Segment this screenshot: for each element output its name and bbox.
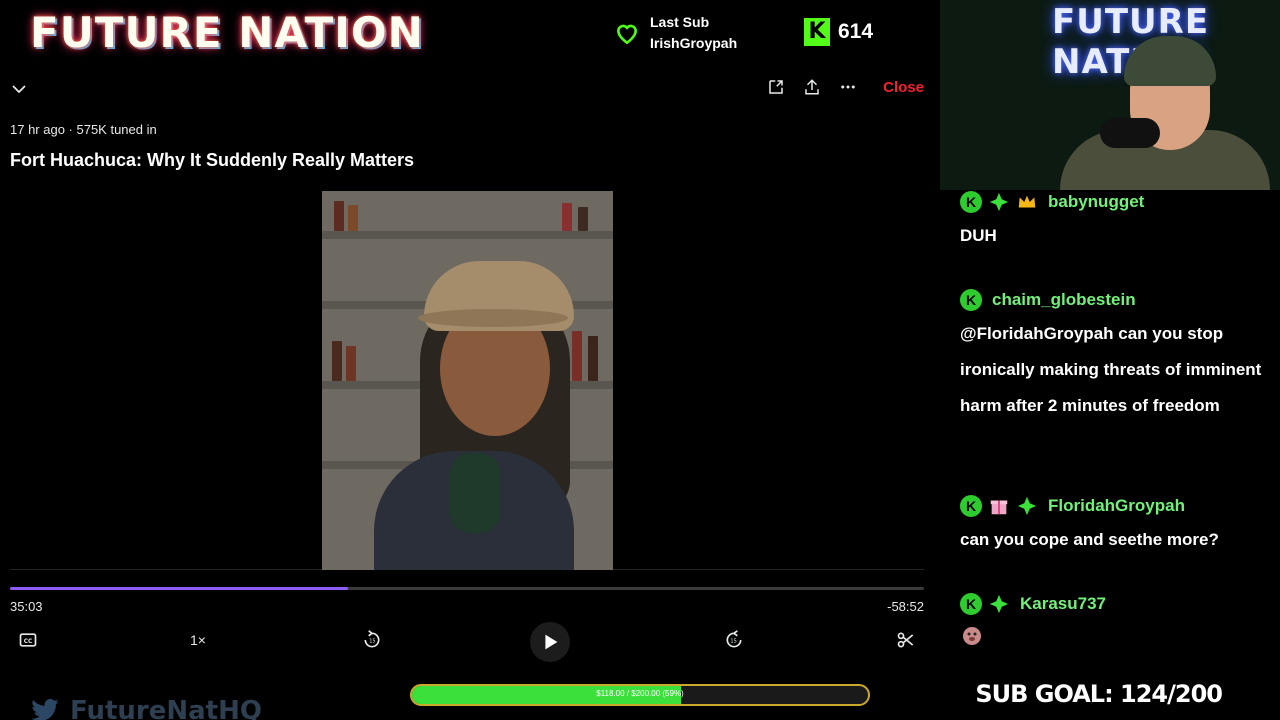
dock-icon[interactable] [767,78,785,96]
book [572,331,582,381]
captions-button[interactable]: CC [18,630,38,653]
kick-icon: K [960,593,982,615]
book [588,336,598,381]
chat-message-text: DUH [960,226,997,245]
play-icon [545,634,558,650]
clip-icon [897,632,914,648]
book [348,205,358,231]
twitter-handle: FutureNatHQ [70,696,262,720]
chat-message: K chaim_globestein @FloridahGroypah can … [960,288,1270,424]
captions-icon: CC [19,633,37,647]
heart-icon [617,24,637,45]
chat-panel: K babynugget DUH K chaim_globestein @Flo… [940,190,1280,670]
chat-message: K FloridahGroypah can you cope and seeth… [960,494,1270,558]
media-player: Close 17 hr ago · 575K tuned in Fort Hua… [0,66,940,670]
clip-button[interactable] [896,630,916,653]
sub-goal: SUB GOAL: 124/200 [975,680,1223,708]
gift-icon [990,500,1008,515]
chat-username[interactable]: Karasu737 [1020,594,1106,614]
close-button[interactable]: Close [883,79,924,96]
streamer-webcam: FUTURE NATION [940,0,1280,190]
share-icon[interactable] [803,78,821,96]
svg-text:CC: CC [24,639,33,645]
more-icon[interactable] [839,78,857,96]
rewind-15-button[interactable]: 15 [362,630,382,653]
player-toolbar: Close [0,66,940,112]
svg-text:15: 15 [730,639,736,645]
chat-message: K Karasu737 [960,592,1270,653]
person-cap-brim [418,309,568,327]
bookshelf [322,231,613,239]
chat-message: K babynugget DUH [960,190,1270,254]
book [332,341,342,381]
sparkle-icon [1017,496,1037,516]
twitter-bird-icon [31,698,59,720]
forward-15-icon: 15 [726,630,742,648]
last-sub-widget: Last Sub IrishGroypah [614,12,737,54]
book [562,203,572,231]
time-elapsed: 35:03 [10,599,43,614]
chevron-down-icon[interactable] [10,80,28,98]
video-frame [322,191,613,570]
rewind-15-icon: 15 [364,630,380,648]
broadcast-title: Fort Huachuca: Why It Suddenly Really Ma… [10,150,415,170]
viewer-count-widget: K 614 [804,18,873,46]
video-area[interactable] [10,191,924,570]
forward-15-button[interactable]: 15 [724,630,744,653]
person-shirt [450,453,500,533]
stream-overlay-top: FUTURE NATION Last Sub IrishGroypah K 61… [0,0,940,66]
chat-username[interactable]: babynugget [1048,192,1144,212]
donation-goal-bar: $118.00 / $200.00 (59%) [410,684,870,706]
time-remaining: -58:52 [887,599,924,614]
kick-icon: K [960,191,982,213]
broadcast-meta: 17 hr ago · 575K tuned in [10,122,157,137]
kick-icon: K [960,289,982,311]
last-sub-name: IrishGroypah [650,35,738,51]
microphone [1100,118,1160,148]
chat-message-text: @FloridahGroypah can you stop ironically… [960,324,1262,415]
chat-message-text: can you cope and seethe more? [960,530,1219,549]
book [346,346,356,381]
sparkle-icon [989,192,1009,212]
emote-icon [963,627,981,645]
twitter-handle-widget: FutureNatHQ [30,696,262,720]
book [334,201,344,231]
stream-overlay-bottom: FutureNatHQ $118.00 / $200.00 (59%) SUB … [0,670,1280,720]
chat-username[interactable]: chaim_globestein [992,290,1136,310]
viewer-count: 614 [838,20,874,43]
play-button[interactable] [530,622,570,662]
playback-progress-bar[interactable] [10,587,924,590]
kick-logo-icon: K [804,18,830,46]
speed-button[interactable]: 1× [190,632,206,648]
playback-progress-fill [10,587,349,590]
donation-goal-text: $118.00 / $200.00 (59%) [596,689,684,698]
book [578,207,588,231]
chat-username[interactable]: FloridahGroypah [1048,496,1185,516]
crown-icon [1018,195,1036,208]
kick-icon: K [960,495,982,517]
sparkle-icon [989,594,1009,614]
svg-text:15: 15 [369,639,375,645]
future-nation-logo: FUTURE NATION [30,8,424,57]
last-sub-label: Last Sub [650,14,710,30]
playback-controls: CC 1× 15 15 [0,622,940,662]
